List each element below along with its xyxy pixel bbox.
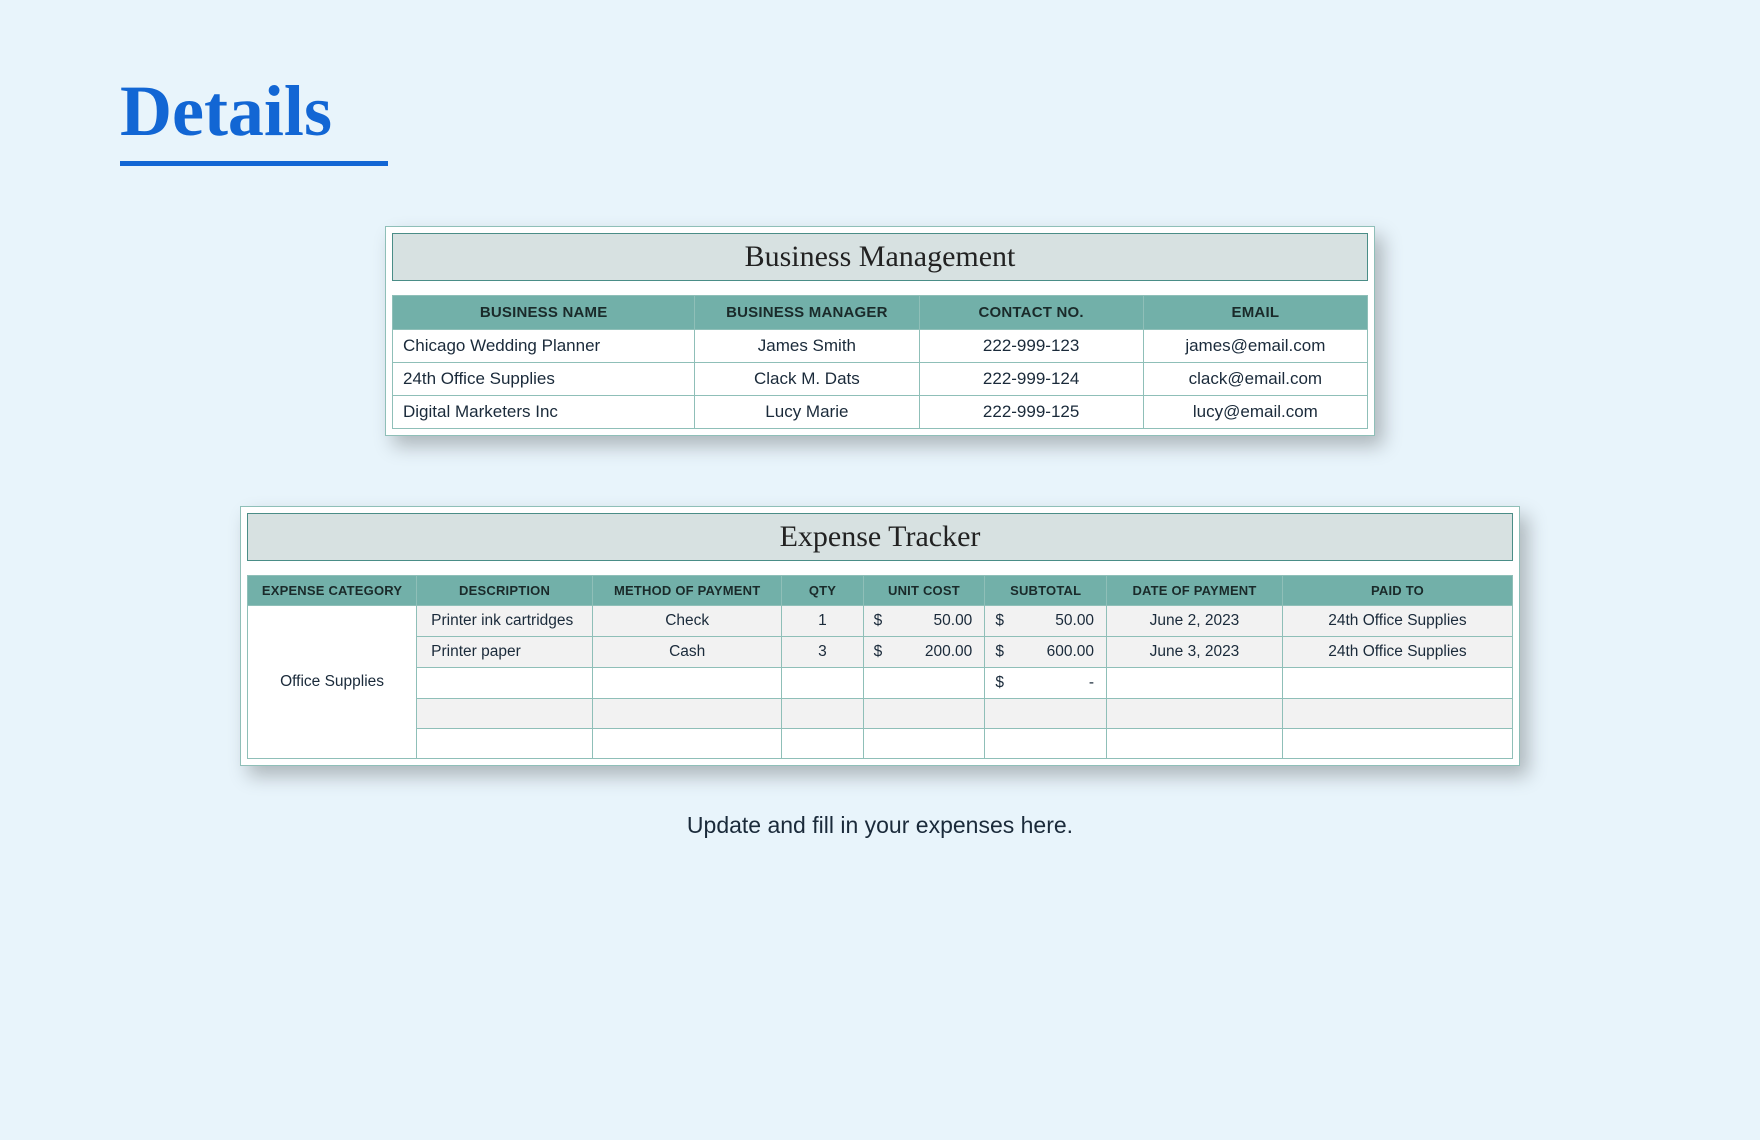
business-table: BUSINESS NAME BUSINESS MANAGER CONTACT N… <box>392 295 1368 429</box>
cell-email[interactable]: lucy@email.com <box>1143 396 1367 429</box>
col-paid-to: PAID TO <box>1282 576 1512 606</box>
cell-subtotal[interactable] <box>985 729 1107 759</box>
page-title: Details <box>0 0 1760 161</box>
cell-description[interactable]: Printer ink cartridges <box>417 606 593 637</box>
cell-qty[interactable] <box>782 668 863 699</box>
table-row: Chicago Wedding Planner James Smith 222-… <box>393 330 1368 363</box>
cell-manager[interactable]: Clack M. Dats <box>695 363 919 396</box>
cell-business-name[interactable]: Digital Marketers Inc <box>393 396 695 429</box>
cell-subtotal[interactable]: $50.00 <box>985 606 1107 637</box>
cell-unit-cost[interactable] <box>863 729 985 759</box>
cell-manager[interactable]: James Smith <box>695 330 919 363</box>
col-subtotal: SUBTOTAL <box>985 576 1107 606</box>
cell-qty[interactable] <box>782 729 863 759</box>
cell-category[interactable]: Office Supplies <box>248 606 417 759</box>
cell-subtotal[interactable] <box>985 699 1107 729</box>
cell-method[interactable] <box>593 699 782 729</box>
expense-title: Expense Tracker <box>247 513 1513 561</box>
col-unit-cost: UNIT COST <box>863 576 985 606</box>
cell-description[interactable] <box>417 699 593 729</box>
table-row: Digital Marketers Inc Lucy Marie 222-999… <box>393 396 1368 429</box>
cell-qty[interactable]: 3 <box>782 637 863 668</box>
cell-unit-cost[interactable]: $200.00 <box>863 637 985 668</box>
cell-contact[interactable]: 222-999-125 <box>919 396 1143 429</box>
cell-method[interactable] <box>593 729 782 759</box>
cell-paid-to[interactable] <box>1282 699 1512 729</box>
cell-subtotal[interactable]: $- <box>985 668 1107 699</box>
cell-business-name[interactable]: Chicago Wedding Planner <box>393 330 695 363</box>
cell-description[interactable]: Printer paper <box>417 637 593 668</box>
cell-date[interactable] <box>1107 668 1283 699</box>
table-row <box>248 699 1513 729</box>
cell-business-name[interactable]: 24th Office Supplies <box>393 363 695 396</box>
cell-email[interactable]: clack@email.com <box>1143 363 1367 396</box>
cell-contact[interactable]: 222-999-123 <box>919 330 1143 363</box>
cell-method[interactable]: Check <box>593 606 782 637</box>
cell-method[interactable]: Cash <box>593 637 782 668</box>
cell-paid-to[interactable]: 24th Office Supplies <box>1282 637 1512 668</box>
table-row: Office Supplies Printer ink cartridges C… <box>248 606 1513 637</box>
cell-date[interactable]: June 3, 2023 <box>1107 637 1283 668</box>
col-email: EMAIL <box>1143 296 1367 330</box>
col-qty: QTY <box>782 576 863 606</box>
cell-method[interactable] <box>593 668 782 699</box>
table-header-row: BUSINESS NAME BUSINESS MANAGER CONTACT N… <box>393 296 1368 330</box>
cell-date[interactable] <box>1107 699 1283 729</box>
cell-qty[interactable] <box>782 699 863 729</box>
table-row <box>248 729 1513 759</box>
caption-text: Update and fill in your expenses here. <box>0 812 1760 839</box>
expense-table: EXPENSE CATEGORY DESCRIPTION METHOD OF P… <box>247 575 1513 759</box>
col-method: METHOD OF PAYMENT <box>593 576 782 606</box>
cell-subtotal[interactable]: $600.00 <box>985 637 1107 668</box>
table-row: Printer paper Cash 3 $200.00 $600.00 Jun… <box>248 637 1513 668</box>
table-header-row: EXPENSE CATEGORY DESCRIPTION METHOD OF P… <box>248 576 1513 606</box>
cell-manager[interactable]: Lucy Marie <box>695 396 919 429</box>
table-row: 24th Office Supplies Clack M. Dats 222-9… <box>393 363 1368 396</box>
cell-paid-to[interactable] <box>1282 729 1512 759</box>
table-row: $- <box>248 668 1513 699</box>
cell-paid-to[interactable]: 24th Office Supplies <box>1282 606 1512 637</box>
business-title: Business Management <box>392 233 1368 281</box>
business-card: Business Management BUSINESS NAME BUSINE… <box>385 226 1375 436</box>
cell-paid-to[interactable] <box>1282 668 1512 699</box>
col-date: DATE OF PAYMENT <box>1107 576 1283 606</box>
cell-description[interactable] <box>417 668 593 699</box>
col-description: DESCRIPTION <box>417 576 593 606</box>
col-business-name: BUSINESS NAME <box>393 296 695 330</box>
cell-unit-cost[interactable] <box>863 668 985 699</box>
expense-card: Expense Tracker EXPENSE CATEGORY DESCRIP… <box>240 506 1520 766</box>
title-underline <box>120 161 388 166</box>
cell-unit-cost[interactable] <box>863 699 985 729</box>
col-category: EXPENSE CATEGORY <box>248 576 417 606</box>
cell-qty[interactable]: 1 <box>782 606 863 637</box>
cell-date[interactable] <box>1107 729 1283 759</box>
cell-email[interactable]: james@email.com <box>1143 330 1367 363</box>
cell-description[interactable] <box>417 729 593 759</box>
cell-date[interactable]: June 2, 2023 <box>1107 606 1283 637</box>
cell-unit-cost[interactable]: $50.00 <box>863 606 985 637</box>
col-contact: CONTACT NO. <box>919 296 1143 330</box>
cell-contact[interactable]: 222-999-124 <box>919 363 1143 396</box>
col-business-manager: BUSINESS MANAGER <box>695 296 919 330</box>
